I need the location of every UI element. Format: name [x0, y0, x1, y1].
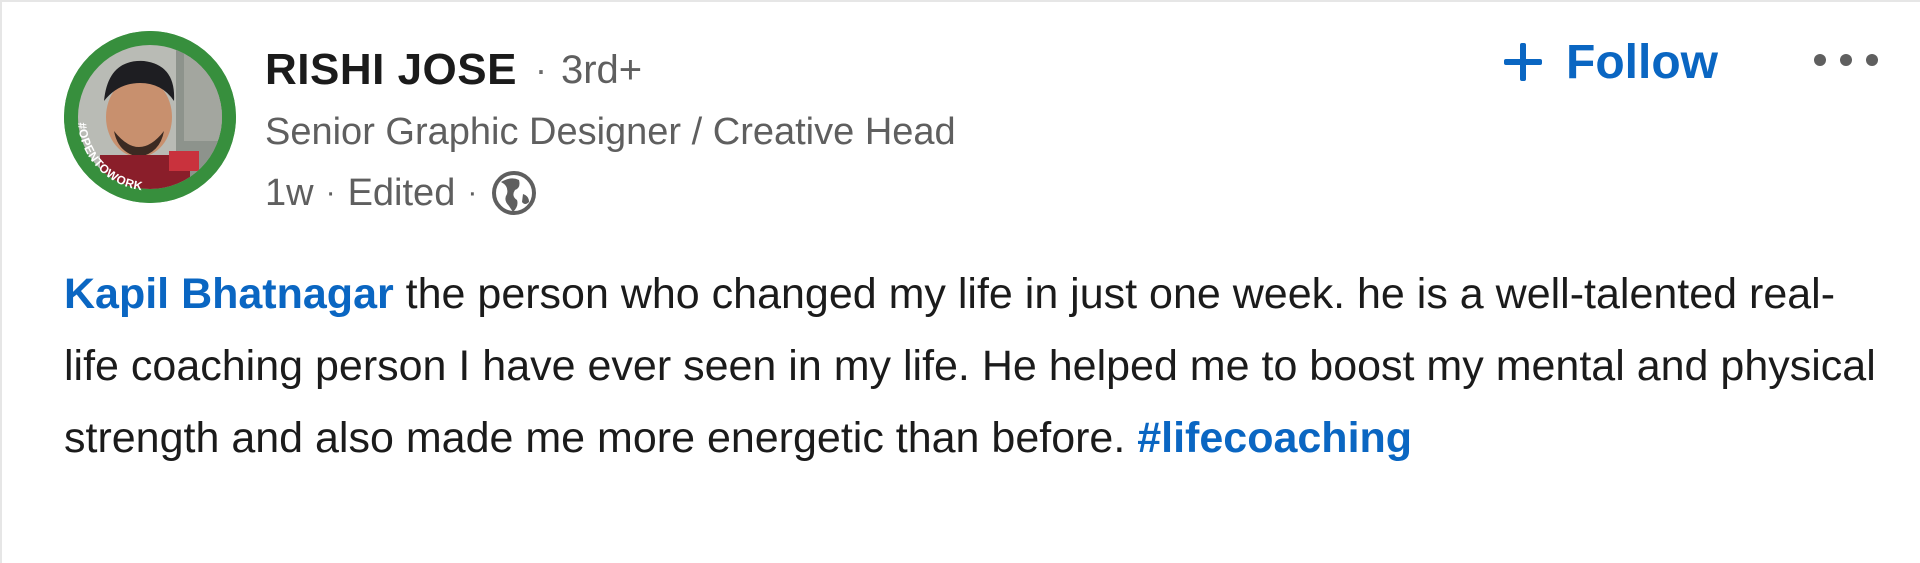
- connection-degree: 3rd+: [560, 47, 643, 92]
- mention-link[interactable]: Kapil Bhatnagar: [64, 270, 394, 318]
- plus-icon: [1500, 39, 1546, 85]
- author-name[interactable]: RISHI JOSE: [265, 45, 517, 95]
- author-name-row: RISHI JOSE · 3rd+: [265, 42, 642, 98]
- avatar-image: #OPENTOWORK: [64, 31, 236, 203]
- hashtag-link[interactable]: #lifecoaching: [1137, 414, 1412, 462]
- follow-label: Follow: [1566, 35, 1718, 89]
- meta-separator: ·: [467, 176, 478, 209]
- globe-icon: [489, 168, 539, 218]
- follow-button[interactable]: Follow: [1500, 30, 1718, 94]
- post-card: #OPENTOWORK RISHI JOSE · 3rd+ Senior Gra…: [0, 0, 1920, 563]
- more-options-button[interactable]: [1808, 42, 1884, 78]
- post-text: Kapil Bhatnagar the person who changed m…: [64, 258, 1884, 474]
- author-headline: Senior Graphic Designer / Creative Head: [265, 111, 956, 153]
- post-meta: 1w · Edited ·: [265, 166, 539, 220]
- ellipsis-icon: [1814, 54, 1878, 66]
- post-time[interactable]: 1w: [265, 172, 314, 215]
- edited-label: Edited: [347, 171, 456, 214]
- name-separator: ·: [534, 49, 547, 90]
- author-avatar[interactable]: #OPENTOWORK: [64, 31, 236, 203]
- meta-separator: ·: [325, 176, 336, 209]
